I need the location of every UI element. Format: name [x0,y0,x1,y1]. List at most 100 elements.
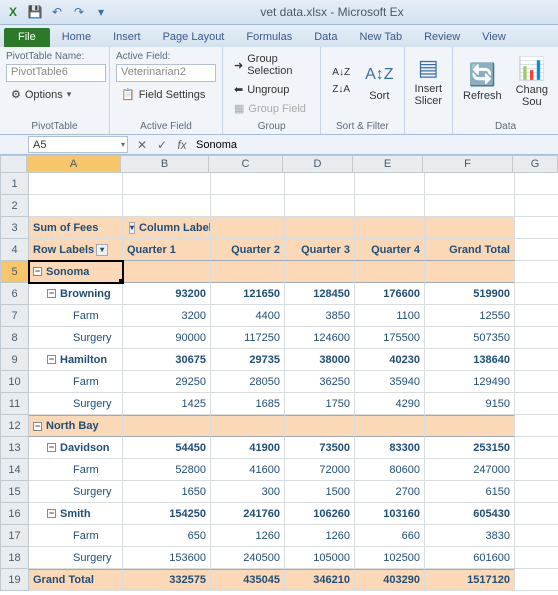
collapse-icon[interactable]: − [33,422,42,431]
cell-value[interactable]: 54450 [123,437,211,459]
cell-value[interactable]: 519900 [425,283,515,305]
cell-empty[interactable] [211,173,285,195]
region-north-bay[interactable]: −North Bay [29,415,123,437]
cell-value[interactable]: 128450 [285,283,355,305]
cell-value[interactable]: 138640 [425,349,515,371]
cell[interactable] [515,503,558,525]
tab-insert[interactable]: Insert [103,28,151,47]
tab-file[interactable]: File [4,28,50,47]
cell-value[interactable]: 117250 [211,327,285,349]
cell-value[interactable]: 124600 [285,327,355,349]
col-header-a[interactable]: A [27,155,121,173]
cell-empty[interactable] [29,173,123,195]
cell[interactable] [355,261,425,283]
row-header-13[interactable]: 13 [1,437,29,459]
cell[interactable] [515,239,558,261]
cell-value[interactable]: 4400 [211,305,285,327]
cell-value[interactable]: 175500 [355,327,425,349]
cell[interactable] [515,305,558,327]
cell[interactable] [211,261,285,283]
collapse-icon[interactable]: − [47,355,56,364]
cell-value[interactable]: 507350 [425,327,515,349]
cell-empty[interactable] [515,195,558,217]
cell[interactable] [515,437,558,459]
cell[interactable] [285,217,355,239]
tab-view[interactable]: View [472,28,516,47]
cell-value[interactable]: 6150 [425,481,515,503]
cell-empty[interactable] [425,173,515,195]
cell[interactable] [425,261,515,283]
cell[interactable] [211,217,285,239]
cell[interactable] [515,261,558,283]
row-header-12[interactable]: 12 [1,415,29,437]
grand-total-val[interactable]: 435045 [211,569,285,591]
col-q1[interactable]: Quarter 1 [123,239,211,261]
save-icon[interactable]: 💾 [26,3,44,21]
grand-total-val[interactable]: 332575 [123,569,211,591]
collapse-icon[interactable]: − [47,509,56,518]
cell[interactable] [211,415,285,437]
row-header-11[interactable]: 11 [1,393,29,415]
cell-value[interactable]: 601600 [425,547,515,569]
cell-value[interactable]: 38000 [285,349,355,371]
column-labels-dropdown[interactable]: ▾ [129,222,135,234]
cell[interactable] [515,415,558,437]
vet-hamilton[interactable]: −Hamilton [29,349,123,371]
pivot-name-input[interactable]: PivotTable6 [6,64,106,82]
cell[interactable] [425,415,515,437]
row-header-10[interactable]: 10 [1,371,29,393]
tab-review[interactable]: Review [414,28,470,47]
col-header-e[interactable]: E [353,155,423,173]
cell-value[interactable]: 28050 [211,371,285,393]
col-header-c[interactable]: C [209,155,283,173]
cell-value[interactable]: 36250 [285,371,355,393]
tab-data[interactable]: Data [304,28,347,47]
cell-value[interactable]: 660 [355,525,425,547]
vet-smith[interactable]: −Smith [29,503,123,525]
grand-total-val[interactable]: 346210 [285,569,355,591]
col-header-f[interactable]: F [423,155,513,173]
cell-value[interactable]: 73500 [285,437,355,459]
cell-value[interactable]: 247000 [425,459,515,481]
cell[interactable] [515,393,558,415]
cell-value[interactable]: 1500 [285,481,355,503]
cell[interactable] [515,349,558,371]
cell-value[interactable]: 41600 [211,459,285,481]
cell-value[interactable]: 1260 [285,525,355,547]
grand-total-label[interactable]: Grand Total [29,569,123,591]
tab-home[interactable]: Home [52,28,101,47]
cat-farm[interactable]: Farm [29,305,123,327]
cell[interactable] [123,415,211,437]
cell-value[interactable]: 103160 [355,503,425,525]
grand-total-val[interactable]: 1517120 [425,569,515,591]
region-sonoma[interactable]: −Sonoma [29,261,123,283]
cell[interactable] [515,481,558,503]
cell-value[interactable]: 605430 [425,503,515,525]
formula-input[interactable] [194,137,552,153]
col-q4[interactable]: Quarter 4 [355,239,425,261]
refresh-button[interactable]: 🔄Refresh [459,58,506,104]
options-button[interactable]: ⚙Options▾ [6,86,103,103]
cell-value[interactable]: 106260 [285,503,355,525]
pivot-column-labels[interactable]: ▾Column Labels [123,217,211,239]
cell-value[interactable]: 30675 [123,349,211,371]
col-header-g[interactable]: G [513,155,558,173]
cell-empty[interactable] [425,195,515,217]
cell-value[interactable]: 3850 [285,305,355,327]
row-header-17[interactable]: 17 [1,525,29,547]
cell[interactable] [285,261,355,283]
cell-empty[interactable] [123,195,211,217]
chevron-down-icon[interactable]: ▾ [121,140,125,149]
cell-value[interactable]: 41900 [211,437,285,459]
cell[interactable] [355,415,425,437]
cell-value[interactable]: 129490 [425,371,515,393]
cell-value[interactable]: 4290 [355,393,425,415]
cell-value[interactable]: 650 [123,525,211,547]
pivot-row-labels[interactable]: Row Labels▾ [29,239,123,261]
cell-empty[interactable] [285,195,355,217]
cell-value[interactable]: 80600 [355,459,425,481]
cell-value[interactable]: 93200 [123,283,211,305]
cell-empty[interactable] [211,195,285,217]
cell-value[interactable]: 121650 [211,283,285,305]
change-source-button[interactable]: 📊Chang Sou [512,52,552,110]
